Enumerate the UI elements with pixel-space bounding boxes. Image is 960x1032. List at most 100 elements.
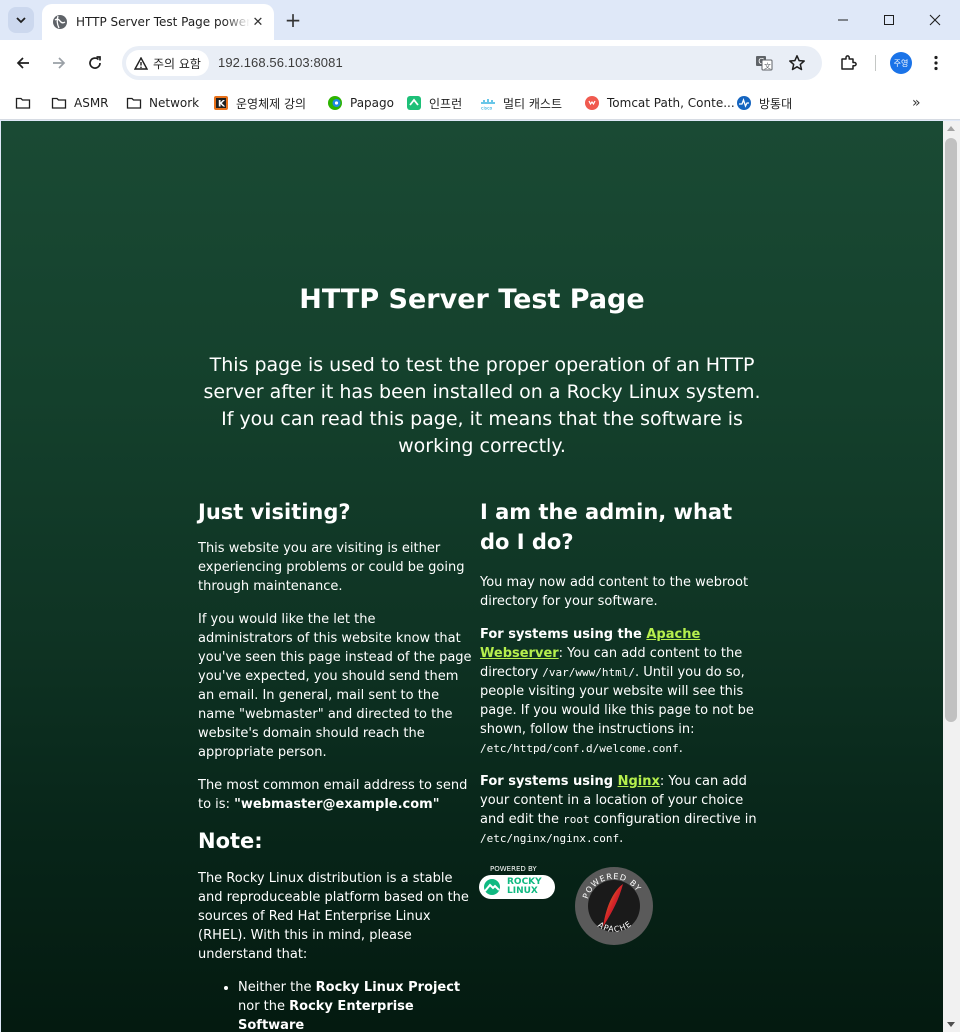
note-heading: Note: bbox=[198, 829, 263, 853]
svg-text:文: 文 bbox=[764, 62, 771, 71]
close-tab-icon[interactable]: ✕ bbox=[250, 14, 266, 30]
bookmark-tomcat[interactable]: Tomcat Path, Conte... bbox=[584, 91, 735, 115]
admin-p1: You may now add content to the webroot d… bbox=[480, 575, 749, 609]
minimize-button[interactable] bbox=[820, 6, 866, 34]
rocky-powered-by: POWERED BY bbox=[490, 865, 537, 873]
admin-heading: I am the admin, what do I do? bbox=[480, 500, 733, 554]
bookmark-papago[interactable]: Papago bbox=[327, 91, 394, 115]
bookmark-label: 운영체제 강의 bbox=[236, 96, 307, 111]
new-tab-button[interactable]: + bbox=[282, 8, 304, 32]
svg-text:cisco: cisco bbox=[481, 106, 493, 112]
just-visiting-p3: The most common email address to send to… bbox=[198, 776, 474, 814]
bookmark-inflearn[interactable]: 인프런 bbox=[406, 91, 462, 115]
profile-avatar[interactable]: 주영 bbox=[890, 52, 912, 74]
inflearn-icon bbox=[407, 96, 421, 110]
more-bookmarks-button[interactable]: » bbox=[912, 95, 921, 111]
maximize-button[interactable] bbox=[866, 6, 912, 34]
star-icon bbox=[789, 55, 805, 71]
k-logo-icon: K bbox=[214, 96, 228, 110]
rocky-name-line2: LINUX bbox=[507, 886, 538, 896]
apache-paragraph: For systems using the Apache Webserver: … bbox=[480, 625, 760, 758]
note-paragraph: The Rocky Linux distribution is a stable… bbox=[198, 871, 469, 962]
bookmark-label: ASMR bbox=[74, 96, 109, 110]
bookmark-star-button[interactable] bbox=[785, 51, 809, 75]
page-viewport: HTTP Server Test Page This page is used … bbox=[1, 121, 943, 1032]
nginx-paragraph: For systems using Nginx: You can add you… bbox=[480, 772, 760, 848]
bookmark-label: Tomcat Path, Conte... bbox=[607, 96, 735, 110]
nginx-text: . bbox=[619, 831, 624, 846]
browser-toolbar: 주의 요함 192.168.56.103:8081 G文 주영 bbox=[0, 40, 960, 86]
puzzle-icon bbox=[841, 55, 857, 70]
knou-icon bbox=[737, 96, 751, 110]
maximize-icon bbox=[884, 15, 894, 25]
scroll-down-arrow[interactable] bbox=[947, 1022, 955, 1027]
powered-by-logos: POWERED BY ROCKY LINUX POWERED BY APACHE bbox=[479, 863, 669, 949]
bookmark-label: Network bbox=[149, 96, 200, 110]
chevron-down-icon bbox=[16, 17, 26, 24]
bookmark-label: Papago bbox=[350, 96, 394, 110]
security-label: 주의 요함 bbox=[153, 56, 201, 71]
folder-icon bbox=[15, 97, 31, 109]
bookmark-multicast[interactable]: cisco 멀티 캐스트 bbox=[480, 91, 562, 115]
bookmark-folder-all[interactable] bbox=[15, 91, 38, 115]
close-window-button[interactable] bbox=[912, 6, 958, 34]
page-intro: This page is used to test the proper ope… bbox=[203, 354, 761, 457]
just-visiting-p2: If you would like the let the administra… bbox=[198, 612, 472, 760]
bookmark-knou[interactable]: 방통대 bbox=[736, 91, 792, 115]
scroll-thumb[interactable] bbox=[945, 138, 957, 722]
tab-strip: HTTP Server Test Page powered by Rocky L… bbox=[0, 0, 960, 40]
translate-icon: G文 bbox=[756, 56, 773, 71]
folder-icon bbox=[51, 97, 67, 109]
bookmark-label: 인프런 bbox=[429, 96, 463, 111]
list-text: Neither the bbox=[238, 980, 316, 995]
security-indicator[interactable]: 주의 요함 bbox=[126, 50, 209, 76]
bookmark-network[interactable]: Network bbox=[126, 91, 199, 115]
bookmark-label: 방통대 bbox=[759, 96, 793, 111]
vertical-scrollbar[interactable] bbox=[943, 121, 960, 1032]
globe-icon bbox=[53, 15, 67, 29]
rocky-linux-logo[interactable]: ROCKY LINUX bbox=[479, 875, 555, 899]
url-text[interactable]: 192.168.56.103:8081 bbox=[218, 55, 343, 70]
bookmark-os-lecture[interactable]: K 운영체제 강의 bbox=[213, 91, 306, 115]
column-admin: I am the admin, what do I do? You may no… bbox=[480, 497, 760, 848]
nginx-root-code: root bbox=[563, 813, 590, 826]
apache-text: . bbox=[678, 741, 683, 756]
apache-conf-code: /etc/httpd/conf.d/welcome.conf bbox=[480, 742, 679, 755]
minimize-icon bbox=[838, 19, 848, 21]
apache-logo[interactable]: POWERED BY APACHE bbox=[573, 865, 655, 947]
cisco-icon: cisco bbox=[481, 99, 495, 112]
papago-icon bbox=[328, 96, 342, 110]
just-visiting-p1: This website you are visiting is either … bbox=[198, 541, 465, 594]
tab-active[interactable]: HTTP Server Test Page powered by Rocky L… bbox=[42, 4, 274, 40]
scroll-up-arrow[interactable] bbox=[947, 126, 955, 131]
reload-button[interactable] bbox=[81, 49, 109, 77]
column-just-visiting: Just visiting? This website you are visi… bbox=[198, 497, 474, 1032]
bookmarks-bar: ASMR Network K 운영체제 강의 Papago 인프런 cisco … bbox=[0, 86, 960, 120]
note-list: Neither the Rocky Linux Project nor the … bbox=[198, 978, 474, 1032]
folder-icon bbox=[126, 97, 142, 109]
svg-text:K: K bbox=[218, 100, 226, 110]
nginx-text: configuration directive in bbox=[589, 812, 757, 827]
nginx-link[interactable]: Nginx bbox=[618, 774, 660, 789]
extensions-button[interactable] bbox=[834, 49, 862, 77]
webmaster-email: "webmaster@example.com" bbox=[234, 797, 440, 812]
close-icon bbox=[929, 14, 941, 26]
address-bar[interactable]: 주의 요함 192.168.56.103:8081 G文 bbox=[122, 46, 822, 80]
forward-button[interactable] bbox=[45, 49, 73, 77]
rocky-mountain-icon bbox=[484, 879, 500, 895]
arrow-left-icon bbox=[16, 57, 29, 69]
arrow-right-icon bbox=[53, 57, 66, 69]
translate-button[interactable]: G文 bbox=[752, 51, 776, 75]
tomcat-icon bbox=[585, 96, 599, 110]
tab-search-button[interactable] bbox=[8, 7, 34, 33]
just-visiting-heading: Just visiting? bbox=[198, 500, 351, 524]
back-button[interactable] bbox=[9, 49, 37, 77]
nginx-prefix: For systems using bbox=[480, 774, 618, 789]
reload-icon bbox=[89, 56, 101, 69]
bookmark-label: 멀티 캐스트 bbox=[503, 96, 563, 111]
apache-dir-code: /var/www/html/ bbox=[542, 666, 636, 679]
warning-icon bbox=[134, 56, 148, 70]
bookmark-asmr[interactable]: ASMR bbox=[51, 91, 109, 115]
menu-button[interactable] bbox=[926, 49, 946, 77]
apache-prefix: For systems using the bbox=[480, 627, 647, 642]
